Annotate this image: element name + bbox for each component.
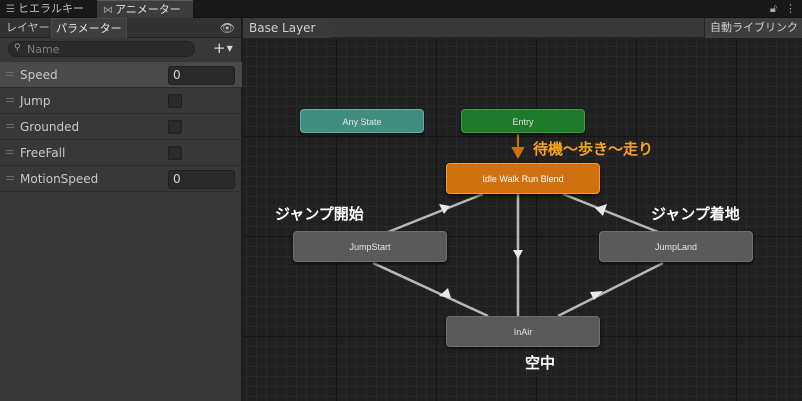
state-entry[interactable]: Entry: [461, 109, 585, 133]
parameter-name: Jump: [20, 94, 51, 108]
tab-hierarchy[interactable]: ☰ ヒエラルキー: [0, 0, 92, 18]
parameter-row-grounded[interactable]: Grounded: [0, 114, 242, 140]
annotation-blend: 待機〜歩き〜走り: [533, 140, 654, 158]
parameter-name: Grounded: [20, 120, 80, 134]
search-row: ⚲ +▼: [0, 38, 241, 60]
annotation-jump-land: ジャンプ着地: [651, 205, 740, 223]
state-jumpstart[interactable]: JumpStart: [293, 231, 447, 262]
eye-icon[interactable]: 👁︎: [220, 21, 235, 35]
drag-handle-icon[interactable]: [6, 72, 14, 76]
state-jumpland[interactable]: JumpLand: [599, 231, 753, 262]
window-controls: 🔓︎ ⋮: [762, 0, 796, 18]
parameter-bool-checkbox[interactable]: [168, 94, 182, 108]
animator-graph[interactable]: Base Layer 自動ライブリンク Any State Entry Idle…: [243, 18, 802, 401]
lock-icon[interactable]: 🔓︎: [770, 2, 777, 15]
transition-jumpstart-to-inair: [372, 261, 489, 318]
parameter-name: FreeFall: [20, 146, 66, 160]
tab-animator[interactable]: ⋈ アニメーター: [97, 0, 193, 18]
parameter-name: Speed: [20, 68, 58, 82]
parameter-bool-checkbox[interactable]: [168, 146, 182, 160]
parameter-float-field[interactable]: 0: [168, 66, 235, 85]
transition-jumpstart-to-idle: [387, 192, 484, 234]
search-box: ⚲: [8, 41, 195, 57]
search-input[interactable]: [27, 42, 187, 56]
parameter-row-motionspeed[interactable]: MotionSpeed 0: [0, 166, 242, 192]
tab-hierarchy-label: ヒエラルキー: [18, 2, 84, 15]
arrow-icon: [511, 147, 525, 160]
search-icon: ⚲: [14, 43, 21, 53]
drag-handle-icon[interactable]: [6, 124, 14, 128]
dropdown-arrow-icon: ▼: [226, 44, 233, 53]
annotation-jump-start: ジャンプ開始: [275, 205, 364, 223]
plus-icon: +: [213, 39, 226, 57]
panel-subtabs: レイヤー パラメーター 👁︎: [0, 18, 241, 38]
tab-animator-label: アニメーター: [115, 3, 181, 16]
parameters-panel: レイヤー パラメーター 👁︎ ⚲ +▼ Speed 0 Jump Grounde…: [0, 18, 242, 401]
window-tab-bar: ☰ ヒエラルキー ⋈ アニメーター 🔓︎ ⋮: [0, 0, 802, 18]
state-idle-walk-run-blend[interactable]: Idle Walk Run Blend: [446, 163, 600, 194]
add-parameter-button[interactable]: +▼: [213, 40, 233, 57]
parameter-float-field[interactable]: 0: [168, 170, 235, 189]
drag-handle-icon[interactable]: [6, 150, 14, 154]
tab-parameters[interactable]: パラメーター: [51, 18, 127, 38]
state-any-state[interactable]: Any State: [300, 109, 424, 133]
annotation-in-air: 空中: [525, 354, 556, 372]
list-icon: ☰: [6, 4, 15, 15]
more-menu-icon[interactable]: ⋮: [785, 2, 796, 15]
parameter-row-freefall[interactable]: FreeFall: [0, 140, 242, 166]
drag-handle-icon[interactable]: [6, 98, 14, 102]
state-inair[interactable]: InAir: [446, 316, 600, 347]
parameter-row-speed[interactable]: Speed 0: [0, 62, 242, 88]
arrow-icon: [513, 250, 523, 259]
parameter-row-jump[interactable]: Jump: [0, 88, 242, 114]
drag-handle-icon[interactable]: [6, 176, 14, 180]
parameter-name: MotionSpeed: [20, 172, 99, 186]
parameter-bool-checkbox[interactable]: [168, 120, 182, 134]
transition-inair-to-jumpland: [557, 261, 664, 318]
tab-layers[interactable]: レイヤー: [2, 18, 54, 38]
transition-idle-to-jumpland: [562, 192, 659, 234]
